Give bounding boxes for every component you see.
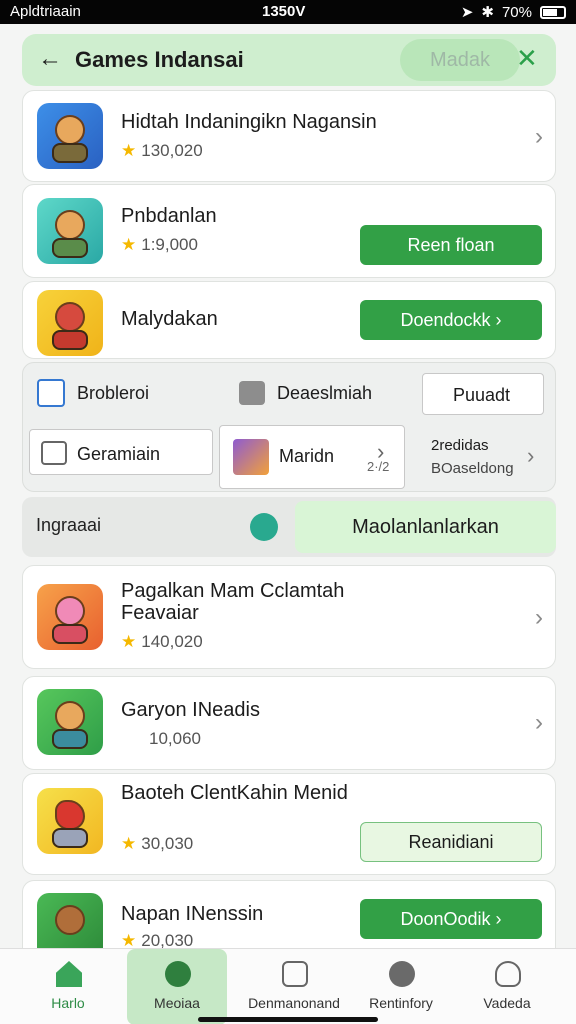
header-badge[interactable]: Madak <box>400 39 520 81</box>
feature-row: Ingraaai Maolanlanlarkan <box>22 497 556 557</box>
chevron-right-icon[interactable]: › <box>535 604 543 632</box>
game-name: Garyon INeadis <box>121 699 260 721</box>
heart-icon <box>389 961 415 987</box>
game-thumb-icon <box>233 439 269 475</box>
brand-logo-icon <box>250 513 278 541</box>
app-grid-icon <box>282 961 308 987</box>
chat-icon <box>41 441 67 465</box>
game-name: Malydakan <box>121 308 218 330</box>
page-title: Games Indansai <box>75 47 244 72</box>
app-header: ← Games Indansai Madak ✕ <box>22 34 556 86</box>
category-label[interactable]: Brobleroi <box>77 383 149 404</box>
status-time: 1350V <box>262 3 306 20</box>
feature-button[interactable]: Maolanlanlarkan <box>295 501 556 553</box>
nav-label: Meoiaa <box>154 995 200 1011</box>
battery-icon <box>540 5 566 19</box>
nav-label: Denmanonand <box>248 995 340 1011</box>
game-icon <box>37 103 103 169</box>
nav-games[interactable]: Meoiaa <box>127 949 227 1024</box>
game-rating: ★ 30,030 <box>121 834 194 853</box>
download-button[interactable]: DoonOodik › <box>360 899 542 939</box>
nav-label: Vadeda <box>483 995 531 1011</box>
category-panel: Brobleroi Deaeslmiah Puuadt Geramiain Ma… <box>22 362 556 492</box>
game-icon <box>37 290 103 356</box>
star-icon: ★ <box>121 141 137 160</box>
game-card[interactable]: Malydakan Doendockk › <box>22 281 556 359</box>
game-rating: ★ 140,020 <box>121 632 203 651</box>
category-label[interactable]: Deaeslmiah <box>277 383 372 404</box>
feature-label: Ingraaai <box>36 515 102 535</box>
genre-label: Geramiain <box>77 444 161 464</box>
nav-label: Rentinfory <box>369 995 433 1011</box>
chevron-right-icon[interactable]: › <box>535 709 543 737</box>
info-bottom-label: BOaseldong <box>431 460 514 477</box>
game-icon <box>37 689 103 755</box>
battery-label: 70% <box>501 3 532 21</box>
nav-inventory[interactable]: Rentinfory <box>351 949 451 1024</box>
info-top-label: 2redidas <box>431 437 489 454</box>
home-indicator <box>198 1017 378 1022</box>
status-app-name: Apldtriaain <box>10 3 81 20</box>
star-icon: ★ <box>121 834 137 853</box>
nav-recommended[interactable]: Denmanonand <box>244 949 344 1024</box>
nav-home[interactable]: Harlo <box>18 949 118 1024</box>
back-arrow-icon[interactable]: ← <box>38 45 62 73</box>
user-icon <box>495 961 521 987</box>
bluetooth-icon: ✱ <box>481 4 494 21</box>
game-name: Hidtah Indaningikn Nagansin <box>121 111 377 133</box>
game-name: Pnbdanlan <box>121 205 217 227</box>
game-rating: 10,060 <box>149 729 201 748</box>
nav-label: Harlo <box>51 995 85 1011</box>
game-action-button[interactable]: Reen floan <box>360 225 542 265</box>
location-icon: ➤ <box>460 4 474 21</box>
game-card[interactable]: Pnbdanlan ★ 1:9,000 Reen floan <box>22 184 556 278</box>
game-name: Pagalkan Mam Cclamtah Feavaiar <box>121 580 345 624</box>
game-name: Napan INenssin <box>121 903 264 925</box>
game-icon <box>37 584 103 650</box>
game-name: Baoteh ClentKahin Menid <box>121 782 348 804</box>
game-rating: ★ 130,020 <box>121 141 203 160</box>
game-icon <box>37 198 103 264</box>
game-card[interactable]: Hidtah Indaningikn Nagansin ★ 130,020 › <box>22 90 556 182</box>
download-button[interactable]: Doendockk › <box>360 300 542 340</box>
game-icon <box>37 788 103 854</box>
game-card[interactable]: Baoteh ClentKahin Menid ★ 30,030 Reanidia… <box>22 773 556 875</box>
game-card[interactable]: Napan INenssin ★ 20,030 DoonOodik › <box>22 880 556 950</box>
home-icon <box>56 961 82 987</box>
chevron-right-icon[interactable]: › <box>535 123 543 151</box>
status-icons: ➤ ✱ 70% <box>461 3 566 21</box>
game-card[interactable]: Garyon INeadis 10,060 › <box>22 676 556 770</box>
nav-profile[interactable]: Vadeda <box>457 949 557 1024</box>
chevron-right-icon[interactable]: › <box>527 443 534 469</box>
game-action-button[interactable]: Reanidiani <box>360 822 542 862</box>
bottom-navigation: Harlo Meoiaa Denmanonand Rentinfory Vade… <box>0 948 576 1024</box>
games-icon <box>165 961 191 987</box>
star-icon: ★ <box>121 632 137 651</box>
status-bar: Apldtriaain 1350V ➤ ✱ 70% <box>0 0 576 24</box>
game-chip-label: Maridn <box>279 446 335 466</box>
game-icon <box>37 893 103 949</box>
list-icon <box>239 381 265 405</box>
close-icon[interactable]: ✕ <box>516 43 538 74</box>
book-icon <box>37 379 65 407</box>
star-icon: ★ <box>121 235 137 254</box>
panel-button-label: Puuadt <box>453 385 511 405</box>
game-chip-count: 2·/2 <box>367 459 390 474</box>
game-rating: ★ 1:9,000 <box>121 235 198 254</box>
game-card[interactable]: Pagalkan Mam Cclamtah Feavaiar ★ 140,020 … <box>22 565 556 669</box>
